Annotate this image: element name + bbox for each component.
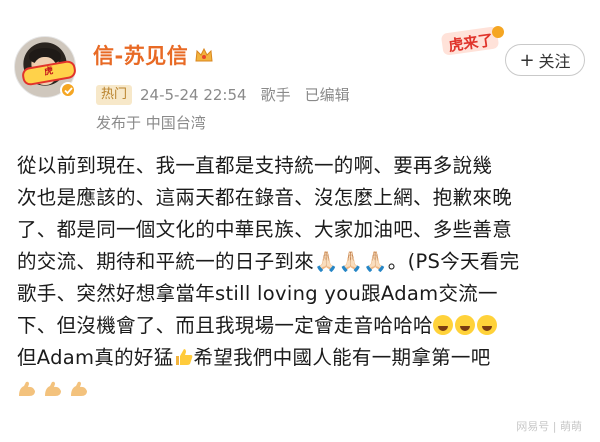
post-line: 歌手、突然好想拿當年still loving you跟Adam交流一: [17, 282, 498, 305]
post-line: 次也是應該的、這兩天都在錄音、沒怎麼上網、抱歉來晚: [17, 186, 513, 209]
post-line: [17, 374, 587, 406]
post-timestamp: 24-5-24 22:54: [140, 85, 247, 104]
praying-hands-emoji: 🙏🏻🙏🏻🙏🏻: [314, 250, 388, 273]
flexed-biceps-emoji: [17, 376, 37, 396]
tiger-sticker: 虎来了: [440, 22, 506, 58]
laugh-crying-emoji: [454, 315, 475, 335]
username[interactable]: 信-苏见信: [93, 40, 188, 70]
post-meta: 热门 24-5-24 22:54 歌手 已编辑: [96, 84, 364, 105]
post-header: 虎 信-苏见信 热门 24-5-24 22:54 歌手 已编辑 发布于 中国台湾…: [0, 0, 600, 140]
edited-label[interactable]: 已编辑: [305, 84, 350, 105]
post-location: 发布于 中国台湾: [96, 114, 206, 132]
post-line: 了、都是同一個文化的中華民族、大家加油吧、多些善意: [17, 218, 513, 241]
post-line: 下、但沒機會了、而且我現場一定會走音哈哈哈: [17, 310, 587, 342]
post-line-text: 。(PS今天看完: [387, 250, 520, 273]
laugh-crying-emoji: [432, 315, 453, 335]
follow-button[interactable]: + 关注: [505, 44, 585, 76]
post-category: 歌手: [260, 86, 291, 104]
follow-label: 关注: [538, 52, 571, 71]
username-row: 信-苏见信: [93, 40, 214, 70]
thumbs-up-emoji: [174, 345, 194, 365]
watermark: 网易号 | 萌萌: [516, 420, 582, 433]
post-line: 但Adam真的好猛 希望我們中國人能有一期拿第一吧: [17, 342, 587, 374]
post-line-text: 希望我們中國人能有一期拿第一吧: [193, 346, 491, 369]
avatar[interactable]: 虎: [14, 36, 78, 98]
post-line: 的交流、期待和平統一的日子到來🙏🏻🙏🏻🙏🏻。(PS今天看完: [17, 246, 587, 278]
post-line-text: 下、但沒機會了、而且我現場一定會走音哈哈哈: [17, 314, 433, 337]
hot-badge: 热门: [96, 84, 133, 105]
post-body: 從以前到現在、我一直都是支持統一的啊、要再多說幾 次也是應該的、這兩天都在錄音、…: [17, 150, 587, 406]
post-line-text: 的交流、期待和平統一的日子到來: [17, 250, 315, 273]
post-line-text: 但Adam真的好猛: [17, 346, 174, 369]
verified-icon: [60, 82, 76, 98]
flexed-biceps-emoji: [69, 376, 89, 396]
post-line: 從以前到現在、我一直都是支持統一的啊、要再多說幾: [17, 154, 493, 177]
laugh-crying-emoji: [476, 315, 497, 335]
plus-icon: +: [519, 49, 535, 71]
flexed-biceps-emoji: [43, 376, 63, 396]
crown-icon: [194, 46, 214, 64]
